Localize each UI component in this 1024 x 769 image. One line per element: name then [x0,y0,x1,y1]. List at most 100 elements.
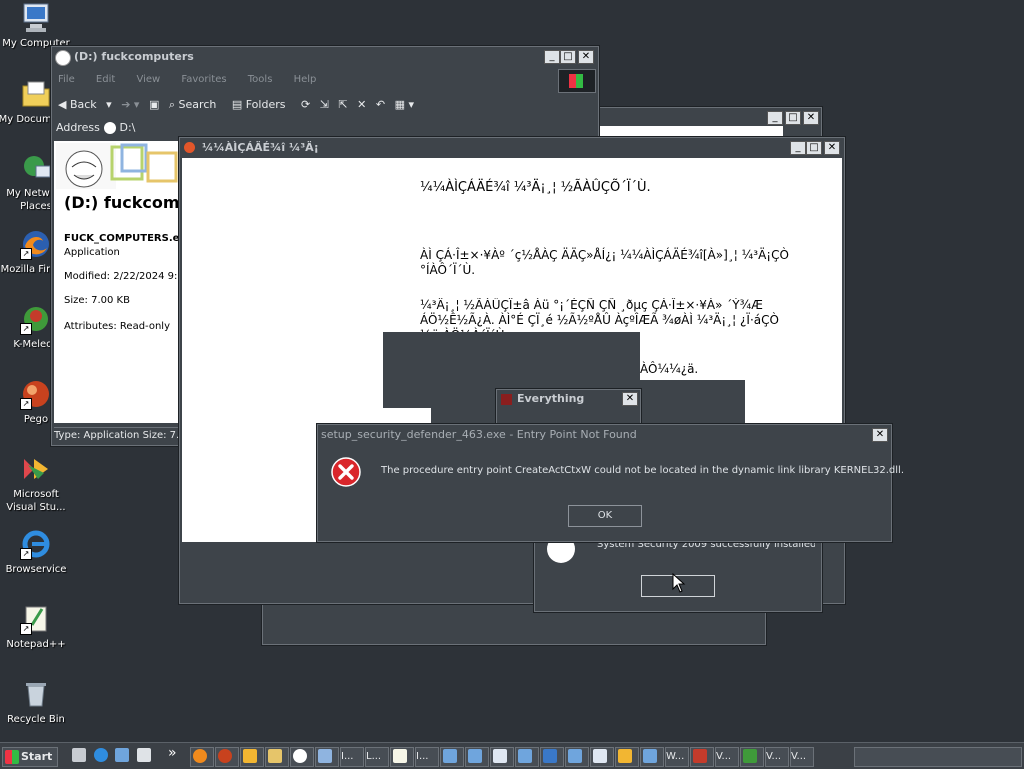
explorer-icon[interactable] [115,748,129,762]
troll-face-icon [293,749,307,763]
mouse-cursor-icon [672,572,686,593]
task-installer[interactable] [640,747,664,767]
address-input[interactable]: D:\ [104,119,264,137]
minimize-button[interactable]: _ [767,111,783,125]
quick-launch-chevron[interactable]: » [168,745,177,761]
status-text: Type: Application Size: 7.0 [54,430,186,441]
installer-paragraph-1: ÀÌ ÇÁ·Î±×·¥Àº ´ç½ÅÀÇ ÄÄÇ»ÅÍ¿¡ ¼¼ÀÌÇÁÄÉ¾î… [420,248,789,277]
ok-button[interactable]: OK [568,505,642,527]
task-app[interactable] [315,747,339,767]
task-shield[interactable] [540,747,564,767]
task-visual-studio[interactable] [240,747,264,767]
menu-favorites[interactable]: Favorites [181,74,226,85]
views-button[interactable]: ▦ ▾ [395,98,414,111]
task-app[interactable] [615,747,639,767]
move-to-icon[interactable]: ⇲ [320,98,329,111]
task-installer[interactable] [590,747,614,767]
network-places-icon [20,152,52,184]
installer-title: ¼¼ÀÌÇÁÄÉ¾î ¼³Ä¡ [202,141,319,154]
task-app[interactable] [740,747,764,767]
task-app[interactable] [690,747,714,767]
task-installer[interactable] [465,747,489,767]
desktop-icon-browservice[interactable]: ↗ Browservice [0,528,74,576]
task-troll[interactable] [290,747,314,767]
folders-button[interactable]: ▤ Folders [232,98,292,111]
address-bar: Address [56,119,100,137]
task-item-1[interactable]: I... [340,747,364,767]
desktop-icon-recycle-bin[interactable]: Recycle Bin [0,678,74,726]
maximize-button[interactable]: □ [785,111,801,125]
menu-view[interactable]: View [136,74,160,85]
forward-button[interactable]: ➔ ▾ [121,98,139,111]
task-firefox[interactable] [190,747,214,767]
maximize-button[interactable]: □ [806,141,822,155]
everything-title: Everything [517,392,585,405]
notepad-plus-plus-icon: ↗ [20,603,52,635]
start-button[interactable]: Start [2,747,58,767]
desktop-icon-label: Microsoft Visual Stu... [6,489,66,513]
error-dialog[interactable]: setup_security_defender_463.exe - Entry … [317,424,904,542]
task-item-3[interactable]: I... [415,747,439,767]
task-installer[interactable] [490,747,514,767]
minimize-button[interactable]: _ [544,50,560,64]
close-button[interactable]: ✕ [622,392,638,406]
search-label: Search [178,98,217,111]
shortcut-arrow-icon: ↗ [20,623,32,635]
everything-app-icon [501,394,512,405]
desktop-icon-my-computer[interactable]: My Computer [0,2,74,50]
installer-icon [468,749,482,763]
file-modified: Modified: 2/22/2024 9:0 [64,271,184,282]
browservice-icon[interactable] [93,748,108,762]
installer-icon [568,749,582,763]
close-button[interactable]: ✕ [578,50,594,64]
show-desktop-icon[interactable] [72,748,86,762]
task-notepad[interactable] [390,747,414,767]
menu-file[interactable]: File [58,74,75,85]
task-item-4[interactable]: W... [665,747,689,767]
task-installer[interactable] [440,747,464,767]
back-button[interactable]: ◀ Back ▾ [58,98,112,111]
task-item-5[interactable]: V... [715,747,739,767]
my-documents-icon [20,78,52,110]
k-meleon-icon: ↗ [20,303,52,335]
installer-icon [493,749,507,763]
task-item-6[interactable]: V... [765,747,789,767]
desktop-icon-visual-studio[interactable]: Microsoft Visual Stu... [0,453,74,514]
task-app[interactable] [265,747,289,767]
delete-icon[interactable]: ✕ [357,98,366,111]
pego-icon [218,749,232,763]
task-installer[interactable] [515,747,539,767]
close-button[interactable]: ✕ [872,428,888,442]
menu-help[interactable]: Help [294,74,317,85]
desktop-icon-notepad-plus-plus[interactable]: ↗ Notepad++ [0,603,74,651]
back-label: Back [69,98,97,111]
installer-icon [518,749,532,763]
app-icon [268,749,282,763]
system-tray [854,747,1022,767]
menu-tools[interactable]: Tools [248,74,273,85]
installer-heading: ¼¼ÀÌÇÁÄÉ¾î ¼³Ä¡¸¦ ½ÃÀÛÇÕ´Ï´Ù. [420,180,651,195]
undo-icon[interactable]: ↶ [376,98,385,111]
close-button[interactable]: ✕ [803,111,819,125]
up-folder-icon[interactable]: ▣ [149,98,159,111]
copy-to-icon[interactable]: ⇱ [338,98,347,111]
quick-launch [70,748,153,764]
menu-edit[interactable]: Edit [96,74,115,85]
task-installer[interactable] [565,747,589,767]
minimize-button[interactable]: _ [790,141,806,155]
shortcut-arrow-icon: ↗ [20,323,32,335]
history-icon[interactable]: ⟳ [301,98,310,111]
search-button[interactable]: ⌕ Search [169,98,222,111]
file-name: FUCK_COMPUTERS.e [64,233,180,244]
task-item-2[interactable]: L... [365,747,389,767]
installer-icon [593,749,607,763]
media-icon[interactable] [136,748,151,762]
app-icon [743,749,757,763]
maximize-button[interactable]: □ [560,50,576,64]
close-button[interactable]: ✕ [824,141,840,155]
desktop-icon-label: Recycle Bin [7,714,65,725]
task-pego[interactable] [215,747,239,767]
task-item-7[interactable]: V... [790,747,814,767]
address-label: Address [56,121,100,134]
taskbar: Start » I... L... I... W... V... V... V.… [0,742,1024,769]
